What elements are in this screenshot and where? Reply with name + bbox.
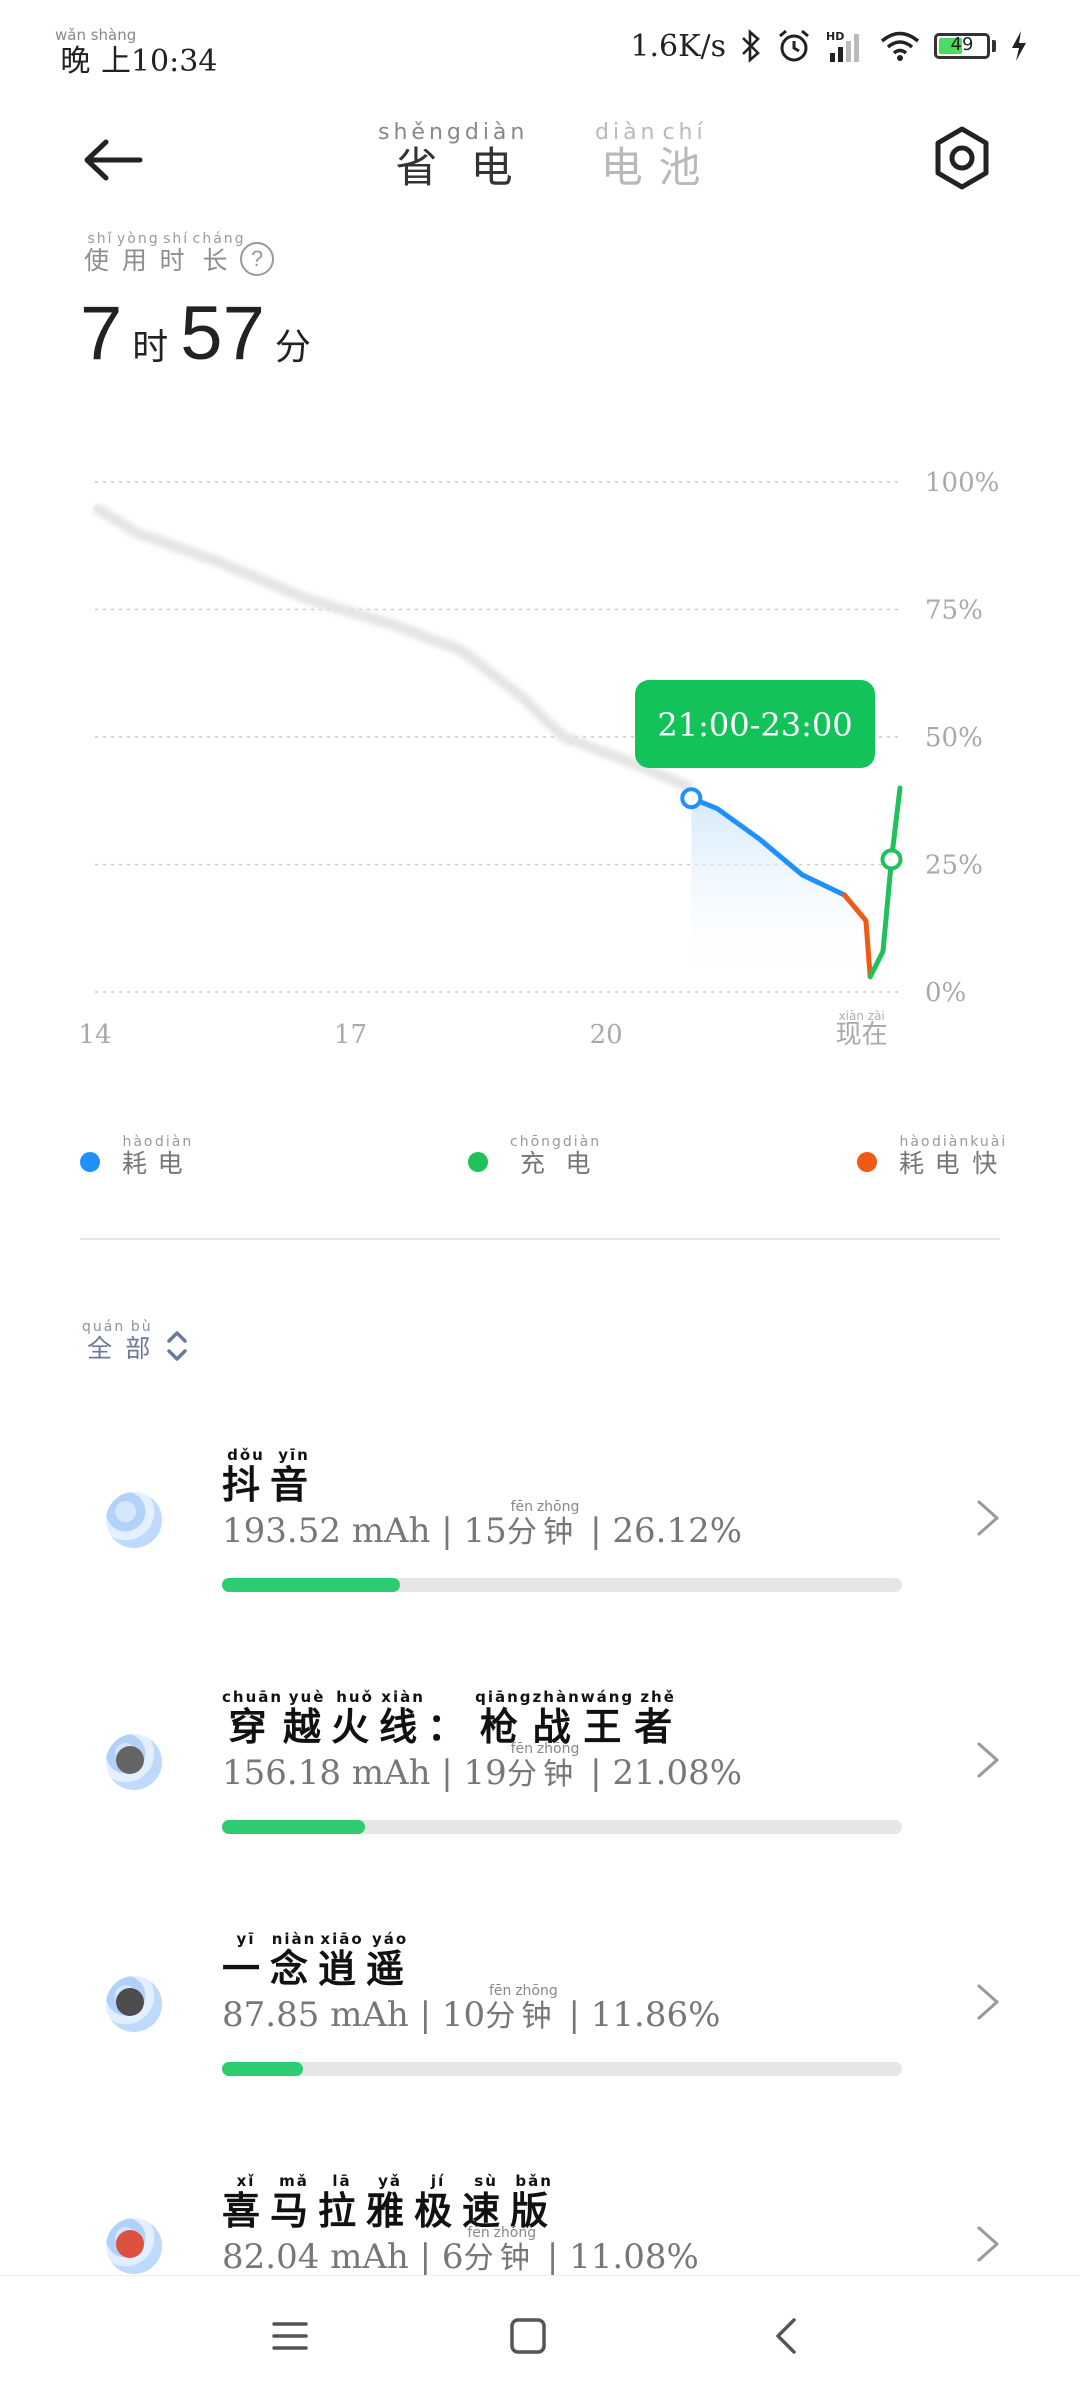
tab-save-power[interactable]: 省shěng电diàn bbox=[378, 120, 528, 195]
filter-dropdown[interactable]: 全quán部bù bbox=[82, 1319, 190, 1365]
chevron-right-icon[interactable] bbox=[975, 1982, 1001, 2022]
usage-progress-fill bbox=[222, 1578, 400, 1592]
app-list-item[interactable]: 一yī念niàn逍xiāo遥yáo 87.85 mAh | 10分fēn钟zhōn… bbox=[0, 1904, 1080, 2144]
usage-progress-track bbox=[222, 1578, 902, 1592]
usage-progress-fill bbox=[222, 1820, 366, 1834]
usage-hours: 7 bbox=[80, 291, 123, 376]
battery-level: 49 bbox=[950, 34, 974, 55]
usage-progress-fill bbox=[222, 2062, 303, 2076]
chart-tooltip-label: 21:00-23:00 bbox=[657, 706, 852, 744]
app-icon bbox=[106, 1734, 162, 1790]
usage-hours-unit: 时 bbox=[132, 326, 169, 367]
x-tick-ruby: xiàn zài bbox=[839, 1009, 885, 1023]
battery-tip bbox=[992, 40, 996, 52]
app-list-item[interactable]: 喜xǐ马mǎ拉lā雅yǎ极jí速sù版bǎn 82.04 mAh | 6分fēn钟… bbox=[0, 2146, 1080, 2275]
history-line bbox=[93, 505, 693, 791]
app-minutes: 10 bbox=[441, 1995, 486, 2035]
legend-label: 充chōng电diàn bbox=[510, 1134, 602, 1178]
legend-dot-orange bbox=[857, 1152, 877, 1172]
chevron-right-icon[interactable] bbox=[975, 1498, 1001, 1538]
usage-duration-label: 使shǐ用yòng时shí长cháng bbox=[84, 231, 246, 275]
legend-dot-blue bbox=[80, 1152, 100, 1172]
divider bbox=[80, 1238, 1000, 1240]
app-usage-stats: 193.52 mAh | 15分fēn钟zhōng | 26.12% bbox=[222, 1499, 743, 1551]
battery-chart[interactable]: 100% 75% 50% 25% 0% 21:00-23:00 14 17 20 现在xiàn… bbox=[0, 440, 1080, 1080]
app-icon-badge bbox=[116, 2230, 144, 2258]
bluetooth-icon bbox=[742, 29, 760, 63]
app-icon-badge bbox=[116, 1746, 144, 1774]
system-nav-bar bbox=[0, 2275, 1080, 2401]
x-tick-label: 20 bbox=[590, 1020, 623, 1050]
legend-dot-green bbox=[468, 1152, 488, 1172]
usage-duration-value: 7 时 57 分 bbox=[80, 290, 323, 377]
x-tick-label: 14 bbox=[78, 1020, 111, 1050]
legend-fast-drain: 耗hào电diàn快kuài bbox=[857, 1134, 1008, 1180]
app-percent: 26.12% bbox=[612, 1511, 743, 1551]
tab-battery[interactable]: 电diàn池chí bbox=[595, 120, 711, 195]
app-icon-badge bbox=[116, 1988, 144, 2016]
x-tick-label: 17 bbox=[334, 1020, 367, 1050]
battery-icon: 49 bbox=[934, 33, 990, 59]
series-charging bbox=[867, 785, 903, 980]
filter-label: 全quán部bù bbox=[82, 1319, 159, 1363]
svg-text:HD: HD bbox=[826, 30, 844, 43]
x-tick-label: 现在 bbox=[836, 1020, 888, 1050]
y-tick-label: 50% bbox=[925, 723, 983, 753]
sort-updown-icon bbox=[167, 1331, 187, 1361]
app-usage-stats: 82.04 mAh | 6分fēn钟zhōng | 11.08% bbox=[222, 2225, 699, 2275]
app-percent: 11.08% bbox=[569, 2237, 699, 2275]
legend-charging: 充chōng电diàn bbox=[468, 1134, 602, 1180]
app-mah: 87.85 mAh bbox=[222, 1995, 409, 2035]
alarm-icon bbox=[779, 29, 809, 62]
app-icon bbox=[106, 2218, 162, 2274]
app-usage-list[interactable]: 抖dǒu音yīn 193.52 mAh | 15分fēn钟zhōng | 26.1… bbox=[0, 1420, 1080, 2275]
app-mah: 82.04 mAh bbox=[222, 2237, 409, 2275]
status-icons: 1.6K/s HD 49 bbox=[630, 28, 1028, 64]
app-minutes: 6 bbox=[441, 2237, 464, 2275]
status-bar: 晚上wǎn shàng10:34 1.6K/s HD 49 bbox=[0, 0, 1080, 100]
status-time-prefix: 晚上wǎn shàng bbox=[55, 26, 137, 79]
settings-button[interactable] bbox=[932, 125, 992, 195]
legend-label: 耗hào电diàn bbox=[122, 1134, 194, 1178]
status-time: 晚上wǎn shàng10:34 bbox=[55, 26, 218, 80]
home-square-icon[interactable] bbox=[508, 2316, 548, 2356]
app-mah: 156.18 mAh bbox=[222, 1753, 431, 1793]
app-mah: 193.52 mAh bbox=[222, 1511, 431, 1551]
y-tick-label: 75% bbox=[925, 596, 983, 626]
app-usage-stats: 87.85 mAh | 10分fēn钟zhōng | 11.86% bbox=[222, 1983, 721, 2035]
legend-label: 耗hào电diàn快kuài bbox=[899, 1134, 1008, 1178]
app-minutes: 19 bbox=[463, 1753, 507, 1793]
back-button[interactable] bbox=[78, 130, 158, 210]
app-icon bbox=[106, 1492, 162, 1548]
status-clock: 10:34 bbox=[130, 44, 218, 79]
chart-marker-current bbox=[880, 848, 903, 871]
legend-normal-drain: 耗hào电diàn bbox=[80, 1134, 194, 1180]
usage-progress-track bbox=[222, 1820, 902, 1834]
usage-minutes: 57 bbox=[180, 291, 265, 376]
app-percent: 21.08% bbox=[612, 1753, 743, 1793]
app-icon bbox=[106, 1976, 162, 2032]
app-minutes: 15 bbox=[463, 1511, 507, 1551]
help-icon[interactable]: ? bbox=[240, 242, 274, 276]
app-usage-stats: 156.18 mAh | 19分fēn钟zhōng | 21.08% bbox=[222, 1741, 743, 1793]
chevron-right-icon[interactable] bbox=[975, 2224, 1001, 2264]
y-tick-label: 100% bbox=[925, 468, 999, 498]
hexagon-settings-icon bbox=[935, 126, 989, 190]
usage-minutes-unit: 分 bbox=[274, 326, 311, 367]
y-tick-label: 0% bbox=[925, 978, 966, 1008]
y-tick-label: 25% bbox=[925, 851, 983, 881]
app-list-item[interactable]: 抖dǒu音yīn 193.52 mAh | 15分fēn钟zhōng | 26.1… bbox=[0, 1420, 1080, 1660]
charging-bolt-icon bbox=[1012, 31, 1026, 61]
chart-marker-start bbox=[680, 787, 703, 810]
app-list-item[interactable]: 穿chuān越yuè火huǒ线xiàn：枪qiāng战zhàn王wáng者zhě… bbox=[0, 1662, 1080, 1902]
network-speed: 1.6K/s bbox=[630, 28, 726, 64]
usage-progress-track bbox=[222, 2062, 902, 2076]
hd-signal-icon: HD bbox=[826, 30, 859, 62]
wifi-icon bbox=[880, 31, 920, 61]
chevron-right-icon[interactable] bbox=[975, 1740, 1001, 1780]
menu-icon[interactable] bbox=[272, 2318, 308, 2354]
back-chevron-icon[interactable] bbox=[772, 2316, 800, 2356]
app-percent: 11.86% bbox=[590, 1995, 721, 2035]
arrow-left-icon bbox=[84, 139, 143, 181]
